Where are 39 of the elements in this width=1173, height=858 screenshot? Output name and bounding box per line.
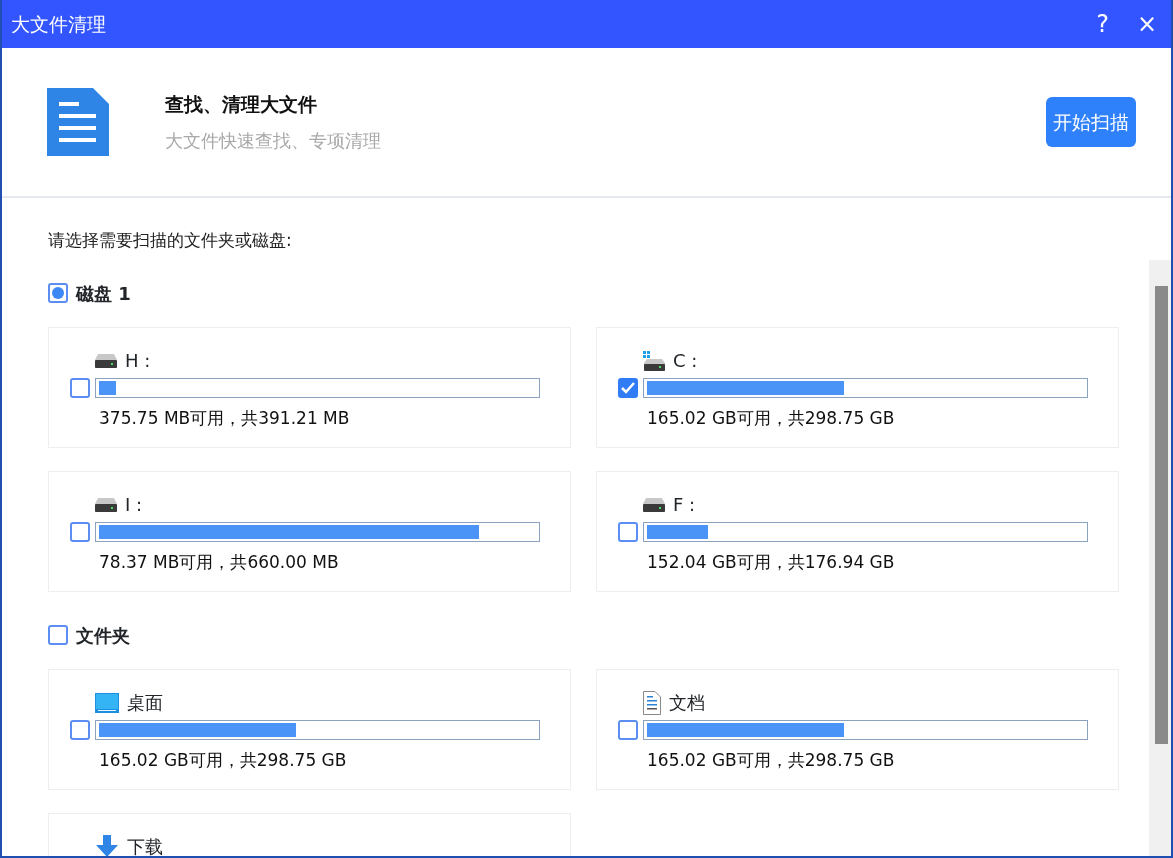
checkbox[interactable] xyxy=(48,625,68,645)
location-label: 桌面 xyxy=(127,691,163,715)
location-label: C : xyxy=(673,349,698,373)
location-label: 下载 xyxy=(127,835,163,856)
group-label: 磁盘 1 xyxy=(76,281,131,306)
drive-icon xyxy=(643,497,665,512)
window-title: 大文件清理 xyxy=(11,11,106,37)
start-scan-button[interactable]: 开始扫描 xyxy=(1046,96,1136,148)
checkbox[interactable] xyxy=(70,719,90,740)
checkbox[interactable] xyxy=(618,521,638,542)
download-icon xyxy=(95,834,119,856)
checkbox[interactable] xyxy=(70,377,90,398)
checkbox[interactable] xyxy=(618,377,638,398)
drive-icon xyxy=(95,353,117,368)
space-text: 165.02 GB可用，共298.75 GB xyxy=(647,748,896,772)
location-label: H : xyxy=(125,349,151,373)
location-label: F : xyxy=(673,493,696,517)
monitor-icon xyxy=(95,692,119,713)
space-text: 165.02 GB可用，共298.75 GB xyxy=(99,748,348,772)
group-label: 文件夹 xyxy=(76,623,130,648)
drive-icon xyxy=(95,497,117,512)
system-drive-icon xyxy=(643,350,665,371)
location-label: 文档 xyxy=(669,691,705,715)
checkbox[interactable] xyxy=(70,521,90,542)
space-text: 165.02 GB可用，共298.75 GB xyxy=(647,406,896,430)
document-icon xyxy=(643,690,661,715)
header-subtitle: 大文件快速查找、专项清理 xyxy=(165,128,381,153)
close-button[interactable]: × xyxy=(1130,10,1163,38)
help-button[interactable]: ? xyxy=(1090,10,1115,38)
location-label: I : xyxy=(125,493,143,517)
space-text: 375.75 MB可用，共391.21 MB xyxy=(99,406,351,430)
checkbox[interactable] xyxy=(618,719,638,740)
document-icon xyxy=(47,88,109,156)
header-title: 查找、清理大文件 xyxy=(165,92,318,118)
scrollbar[interactable] xyxy=(1149,260,1171,856)
space-text: 152.04 GB可用，共176.94 GB xyxy=(647,550,896,574)
instruction-text: 请选择需要扫描的文件夹或磁盘: xyxy=(48,229,293,252)
space-text: 78.37 MB可用，共660.00 MB xyxy=(99,550,340,574)
checkbox[interactable] xyxy=(48,283,68,303)
